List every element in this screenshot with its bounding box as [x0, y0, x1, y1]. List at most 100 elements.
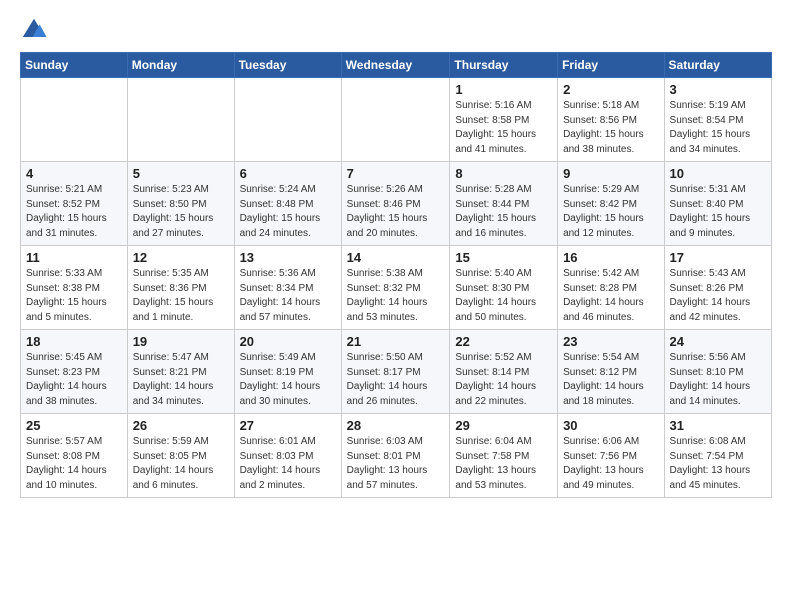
day-number: 3: [670, 82, 766, 97]
day-cell: 28 Sunrise: 6:03 AM Sunset: 8:01 PM Dayli…: [341, 414, 450, 498]
week-row-3: 11 Sunrise: 5:33 AM Sunset: 8:38 PM Dayli…: [21, 246, 772, 330]
day-info: Sunrise: 5:21 AM Sunset: 8:52 PM Dayligh…: [26, 183, 122, 241]
day-number: 12: [133, 250, 229, 265]
day-info: Sunrise: 5:45 AM Sunset: 8:23 PM Dayligh…: [26, 351, 122, 409]
week-row-5: 25 Sunrise: 5:57 AM Sunset: 8:08 PM Dayli…: [21, 414, 772, 498]
day-cell: 9Sunrise: 5:29 AM Sunset: 8:42 PM Daylig…: [558, 162, 664, 246]
day-info: Sunrise: 6:08 AM Sunset: 7:54 PM Dayligh…: [670, 435, 766, 493]
calendar: SundayMondayTuesdayWednesdayThursdayFrid…: [20, 52, 772, 498]
day-number: 17: [670, 250, 766, 265]
day-info: Sunrise: 5:36 AM Sunset: 8:34 PM Dayligh…: [240, 267, 336, 325]
weekday-monday: Monday: [127, 53, 234, 78]
day-number: 20: [240, 334, 336, 349]
day-cell: 4Sunrise: 5:21 AM Sunset: 8:52 PM Daylig…: [21, 162, 128, 246]
day-cell: 2 Sunrise: 5:18 AM Sunset: 8:56 PM Daylig…: [558, 78, 664, 162]
day-info: Sunrise: 6:06 AM Sunset: 7:56 PM Dayligh…: [563, 435, 658, 493]
day-cell: 10Sunrise: 5:31 AM Sunset: 8:40 PM Dayli…: [664, 162, 771, 246]
day-number: 22: [455, 334, 552, 349]
day-info: Sunrise: 5:31 AM Sunset: 8:40 PM Dayligh…: [670, 183, 766, 241]
day-cell: 15 Sunrise: 5:40 AM Sunset: 8:30 PM Dayli…: [450, 246, 558, 330]
day-info: Sunrise: 5:16 AM Sunset: 8:58 PM Dayligh…: [455, 99, 552, 157]
day-number: 30: [563, 418, 658, 433]
weekday-sunday: Sunday: [21, 53, 128, 78]
day-info: Sunrise: 5:42 AM Sunset: 8:28 PM Dayligh…: [563, 267, 658, 325]
weekday-wednesday: Wednesday: [341, 53, 450, 78]
weekday-saturday: Saturday: [664, 53, 771, 78]
day-info: Sunrise: 5:47 AM Sunset: 8:21 PM Dayligh…: [133, 351, 229, 409]
day-cell: 27 Sunrise: 6:01 AM Sunset: 8:03 PM Dayli…: [234, 414, 341, 498]
day-info: Sunrise: 5:19 AM Sunset: 8:54 PM Dayligh…: [670, 99, 766, 157]
day-cell: 14Sunrise: 5:38 AM Sunset: 8:32 PM Dayli…: [341, 246, 450, 330]
day-number: 16: [563, 250, 658, 265]
logo: [20, 16, 52, 44]
day-cell: [341, 78, 450, 162]
day-number: 21: [347, 334, 445, 349]
day-cell: 21 Sunrise: 5:50 AM Sunset: 8:17 PM Dayli…: [341, 330, 450, 414]
day-number: 31: [670, 418, 766, 433]
day-number: 5: [133, 166, 229, 181]
day-number: 15: [455, 250, 552, 265]
day-number: 25: [26, 418, 122, 433]
day-number: 29: [455, 418, 552, 433]
weekday-header-row: SundayMondayTuesdayWednesdayThursdayFrid…: [21, 53, 772, 78]
day-info: Sunrise: 6:04 AM Sunset: 7:58 PM Dayligh…: [455, 435, 552, 493]
day-cell: 12Sunrise: 5:35 AM Sunset: 8:36 PM Dayli…: [127, 246, 234, 330]
logo-icon: [20, 16, 48, 44]
day-number: 24: [670, 334, 766, 349]
day-info: Sunrise: 6:03 AM Sunset: 8:01 PM Dayligh…: [347, 435, 445, 493]
day-cell: 24Sunrise: 5:56 AM Sunset: 8:10 PM Dayli…: [664, 330, 771, 414]
day-cell: 6 Sunrise: 5:24 AM Sunset: 8:48 PM Daylig…: [234, 162, 341, 246]
day-info: Sunrise: 5:50 AM Sunset: 8:17 PM Dayligh…: [347, 351, 445, 409]
day-cell: 30 Sunrise: 6:06 AM Sunset: 7:56 PM Dayli…: [558, 414, 664, 498]
day-info: Sunrise: 5:33 AM Sunset: 8:38 PM Dayligh…: [26, 267, 122, 325]
weekday-thursday: Thursday: [450, 53, 558, 78]
header: [20, 16, 772, 44]
day-cell: 5 Sunrise: 5:23 AM Sunset: 8:50 PM Daylig…: [127, 162, 234, 246]
week-row-4: 18 Sunrise: 5:45 AM Sunset: 8:23 PM Dayli…: [21, 330, 772, 414]
day-cell: 20 Sunrise: 5:49 AM Sunset: 8:19 PM Dayli…: [234, 330, 341, 414]
day-cell: 17 Sunrise: 5:43 AM Sunset: 8:26 PM Dayli…: [664, 246, 771, 330]
day-number: 23: [563, 334, 658, 349]
day-cell: 3 Sunrise: 5:19 AM Sunset: 8:54 PM Daylig…: [664, 78, 771, 162]
day-cell: 1Sunrise: 5:16 AM Sunset: 8:58 PM Daylig…: [450, 78, 558, 162]
day-info: Sunrise: 5:29 AM Sunset: 8:42 PM Dayligh…: [563, 183, 658, 241]
week-row-1: 1Sunrise: 5:16 AM Sunset: 8:58 PM Daylig…: [21, 78, 772, 162]
day-cell: 31 Sunrise: 6:08 AM Sunset: 7:54 PM Dayli…: [664, 414, 771, 498]
day-number: 19: [133, 334, 229, 349]
day-info: Sunrise: 5:24 AM Sunset: 8:48 PM Dayligh…: [240, 183, 336, 241]
day-number: 8: [455, 166, 552, 181]
day-info: Sunrise: 5:40 AM Sunset: 8:30 PM Dayligh…: [455, 267, 552, 325]
day-number: 26: [133, 418, 229, 433]
day-info: Sunrise: 6:01 AM Sunset: 8:03 PM Dayligh…: [240, 435, 336, 493]
day-cell: 13 Sunrise: 5:36 AM Sunset: 8:34 PM Dayli…: [234, 246, 341, 330]
day-number: 7: [347, 166, 445, 181]
day-info: Sunrise: 5:52 AM Sunset: 8:14 PM Dayligh…: [455, 351, 552, 409]
day-info: Sunrise: 5:26 AM Sunset: 8:46 PM Dayligh…: [347, 183, 445, 241]
day-info: Sunrise: 5:59 AM Sunset: 8:05 PM Dayligh…: [133, 435, 229, 493]
day-cell: 7 Sunrise: 5:26 AM Sunset: 8:46 PM Daylig…: [341, 162, 450, 246]
day-number: 28: [347, 418, 445, 433]
day-cell: 25 Sunrise: 5:57 AM Sunset: 8:08 PM Dayli…: [21, 414, 128, 498]
day-number: 6: [240, 166, 336, 181]
day-number: 18: [26, 334, 122, 349]
day-cell: 26 Sunrise: 5:59 AM Sunset: 8:05 PM Dayli…: [127, 414, 234, 498]
day-number: 27: [240, 418, 336, 433]
day-cell: 11 Sunrise: 5:33 AM Sunset: 8:38 PM Dayli…: [21, 246, 128, 330]
day-info: Sunrise: 5:49 AM Sunset: 8:19 PM Dayligh…: [240, 351, 336, 409]
day-info: Sunrise: 5:23 AM Sunset: 8:50 PM Dayligh…: [133, 183, 229, 241]
weekday-tuesday: Tuesday: [234, 53, 341, 78]
day-info: Sunrise: 5:57 AM Sunset: 8:08 PM Dayligh…: [26, 435, 122, 493]
day-number: 13: [240, 250, 336, 265]
day-cell: 18 Sunrise: 5:45 AM Sunset: 8:23 PM Dayli…: [21, 330, 128, 414]
day-info: Sunrise: 5:54 AM Sunset: 8:12 PM Dayligh…: [563, 351, 658, 409]
day-info: Sunrise: 5:43 AM Sunset: 8:26 PM Dayligh…: [670, 267, 766, 325]
day-info: Sunrise: 5:28 AM Sunset: 8:44 PM Dayligh…: [455, 183, 552, 241]
day-cell: 23 Sunrise: 5:54 AM Sunset: 8:12 PM Dayli…: [558, 330, 664, 414]
day-cell: 8 Sunrise: 5:28 AM Sunset: 8:44 PM Daylig…: [450, 162, 558, 246]
day-info: Sunrise: 5:18 AM Sunset: 8:56 PM Dayligh…: [563, 99, 658, 157]
day-cell: 29 Sunrise: 6:04 AM Sunset: 7:58 PM Dayli…: [450, 414, 558, 498]
page: SundayMondayTuesdayWednesdayThursdayFrid…: [0, 0, 792, 508]
day-number: 11: [26, 250, 122, 265]
day-number: 2: [563, 82, 658, 97]
day-cell: [234, 78, 341, 162]
